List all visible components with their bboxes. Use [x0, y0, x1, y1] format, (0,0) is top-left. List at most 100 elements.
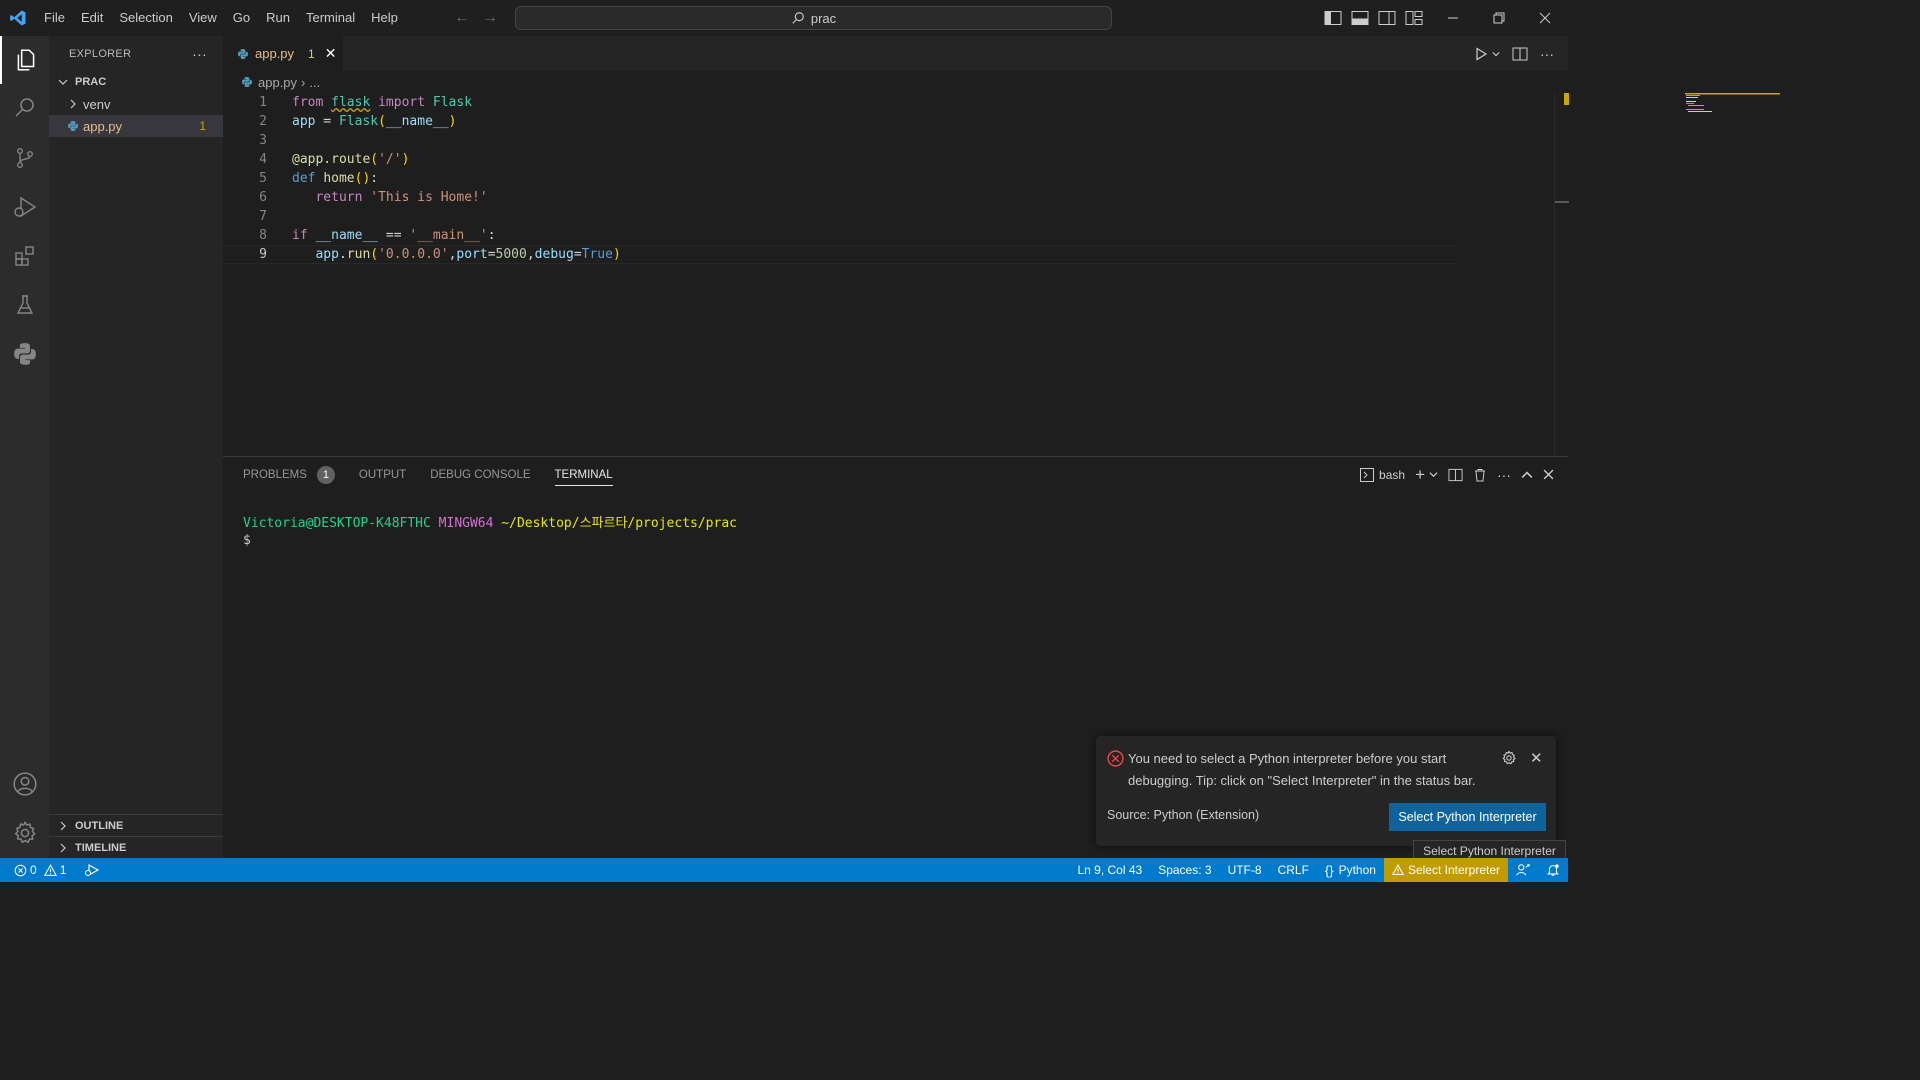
breadcrumb-symbol[interactable]: ... — [309, 75, 320, 90]
language-mode[interactable]: {} Python — [1317, 858, 1384, 882]
restore-icon[interactable] — [1476, 0, 1522, 36]
live-share-icon[interactable] — [1508, 858, 1538, 882]
search-icon[interactable] — [0, 84, 49, 132]
menu-help[interactable]: Help — [363, 0, 406, 36]
line-ending-status[interactable]: CRLF — [1270, 858, 1317, 882]
terminal-user-host: Victoria@DESKTOP-K48FTHC — [243, 516, 431, 531]
encoding-status[interactable]: UTF-8 — [1220, 858, 1270, 882]
outline-section[interactable]: OUTLINE — [49, 814, 223, 836]
breadcrumb-file[interactable]: app.py — [258, 75, 297, 90]
breadcrumb: app.py › ... — [223, 71, 1568, 93]
code-editor[interactable]: 1 from flask import Flask 2 app = Flask(… — [223, 93, 1780, 456]
menu-terminal[interactable]: Terminal — [298, 0, 363, 36]
terminal-output[interactable]: Victoria@DESKTOP-K48FTHC MINGW64 ~/Deskt… — [243, 515, 737, 549]
tab-label: PROBLEMS — [243, 468, 307, 481]
code-line: 1 from flask import Flask — [223, 93, 1455, 112]
code-line: 4 @app.route('/') — [223, 150, 1455, 169]
close-notification-icon[interactable]: ✕ — [1530, 749, 1543, 767]
toggle-primary-sidebar-icon[interactable] — [1324, 10, 1342, 26]
forward-arrow-icon[interactable]: → — [482, 9, 498, 27]
toggle-secondary-sidebar-icon[interactable] — [1378, 10, 1396, 26]
tab-problems[interactable]: PROBLEMS 1 — [243, 457, 335, 492]
line-number: 8 — [259, 228, 267, 243]
menu-file[interactable]: File — [36, 0, 73, 36]
close-panel-icon[interactable] — [1543, 469, 1554, 480]
split-editor-icon[interactable] — [1512, 47, 1528, 61]
split-terminal-icon[interactable] — [1448, 468, 1463, 482]
tab-output[interactable]: OUTPUT — [359, 457, 406, 492]
run-debug-icon[interactable] — [0, 183, 49, 231]
launch-profile-chevron-icon[interactable] — [1429, 470, 1438, 479]
minimize-icon[interactable] — [1430, 0, 1476, 36]
tab-terminal[interactable]: TERMINAL — [554, 457, 613, 492]
close-tab-icon[interactable]: ✕ — [325, 45, 337, 62]
menu-bar: File Edit Selection View Go Run Terminal… — [36, 0, 406, 36]
terminal-shell-selector[interactable]: bash — [1360, 467, 1406, 482]
menu-selection[interactable]: Selection — [111, 0, 180, 36]
error-count: 0 — [30, 863, 37, 877]
terminal-prompt-line: Victoria@DESKTOP-K48FTHC MINGW64 ~/Deskt… — [243, 515, 737, 532]
cursor-position[interactable]: Ln 9, Col 43 — [1069, 858, 1150, 882]
error-icon — [14, 864, 27, 876]
explorer-header: EXPLORER ··· — [49, 36, 223, 71]
notification-settings-gear-icon[interactable] — [1501, 750, 1517, 766]
code-line-text: def home(): — [292, 171, 379, 186]
code-line: 7 — [223, 207, 1455, 226]
tab-debug-console[interactable]: DEBUG CONSOLE — [430, 457, 530, 492]
select-python-interpreter-button[interactable]: Select Python Interpreter — [1389, 803, 1546, 831]
debug-run-icon[interactable] — [84, 863, 100, 877]
tree-item-app-py[interactable]: app.py 1 — [49, 115, 223, 137]
minimap[interactable] — [1685, 93, 1780, 113]
editor-tab-bar: app.py 1 ✕ ··· — [223, 36, 1568, 71]
line-number: 2 — [259, 114, 267, 129]
problem-count-badge: 1 — [199, 119, 206, 133]
menu-view[interactable]: View — [181, 0, 225, 36]
back-arrow-icon[interactable]: ← — [454, 9, 470, 27]
source-control-icon[interactable] — [0, 134, 49, 182]
editor-more-actions-icon[interactable]: ··· — [1540, 46, 1554, 62]
customize-layout-icon[interactable] — [1405, 10, 1423, 26]
tab-app-py[interactable]: app.py 1 ✕ — [223, 36, 343, 71]
tab-problem-count: 1 — [308, 46, 315, 61]
toggle-panel-icon[interactable] — [1351, 10, 1369, 26]
menu-go[interactable]: Go — [225, 0, 258, 36]
new-terminal-plus-icon[interactable]: + — [1415, 465, 1425, 485]
run-dropdown-chevron-icon[interactable] — [1492, 50, 1500, 58]
explorer-icon[interactable] — [0, 36, 49, 84]
warning-icon — [43, 863, 57, 876]
python-icon[interactable] — [0, 330, 49, 378]
menu-run[interactable]: Run — [258, 0, 298, 36]
kill-terminal-trash-icon[interactable] — [1473, 468, 1487, 482]
problems-status[interactable]: 0 1 — [14, 863, 66, 877]
notification-toast: You need to select a Python interpreter … — [1096, 736, 1556, 846]
indentation-status[interactable]: Spaces: 3 — [1150, 858, 1219, 882]
command-center-search[interactable]: prac — [515, 6, 1112, 30]
search-icon — [792, 12, 804, 24]
line-number: 3 — [259, 133, 267, 148]
line-number: 4 — [259, 152, 267, 167]
maximize-panel-chevron-up-icon[interactable] — [1521, 469, 1533, 481]
tree-item-venv[interactable]: venv — [49, 93, 223, 115]
warning-icon — [1391, 864, 1404, 876]
tree-item-label: app.py — [83, 118, 123, 134]
editor-scrollbar[interactable] — [1554, 93, 1569, 456]
panel-more-actions-icon[interactable]: ··· — [1497, 467, 1511, 483]
select-interpreter-status[interactable]: Select Interpreter — [1383, 858, 1508, 882]
timeline-section[interactable]: TIMELINE — [49, 836, 223, 858]
settings-gear-icon[interactable] — [0, 809, 49, 857]
line-number: 9 — [259, 247, 267, 262]
more-actions-icon[interactable]: ··· — [192, 46, 207, 62]
chevron-down-icon — [55, 77, 71, 87]
notifications-bell-icon[interactable] — [1538, 858, 1568, 882]
run-python-file-icon[interactable] — [1474, 46, 1488, 61]
account-icon[interactable] — [0, 760, 49, 808]
shell-name: bash — [1379, 467, 1406, 482]
testing-icon[interactable] — [0, 281, 49, 329]
menu-edit[interactable]: Edit — [73, 0, 111, 36]
extensions-icon[interactable] — [0, 232, 49, 280]
code-line: 2 app = Flask(__name__) — [223, 112, 1455, 131]
workspace-folder-prac[interactable]: PRAC — [49, 71, 223, 93]
close-window-icon[interactable] — [1522, 0, 1568, 36]
tab-label: DEBUG CONSOLE — [430, 468, 531, 481]
code-line-text: app = Flask(__name__) — [292, 114, 457, 129]
